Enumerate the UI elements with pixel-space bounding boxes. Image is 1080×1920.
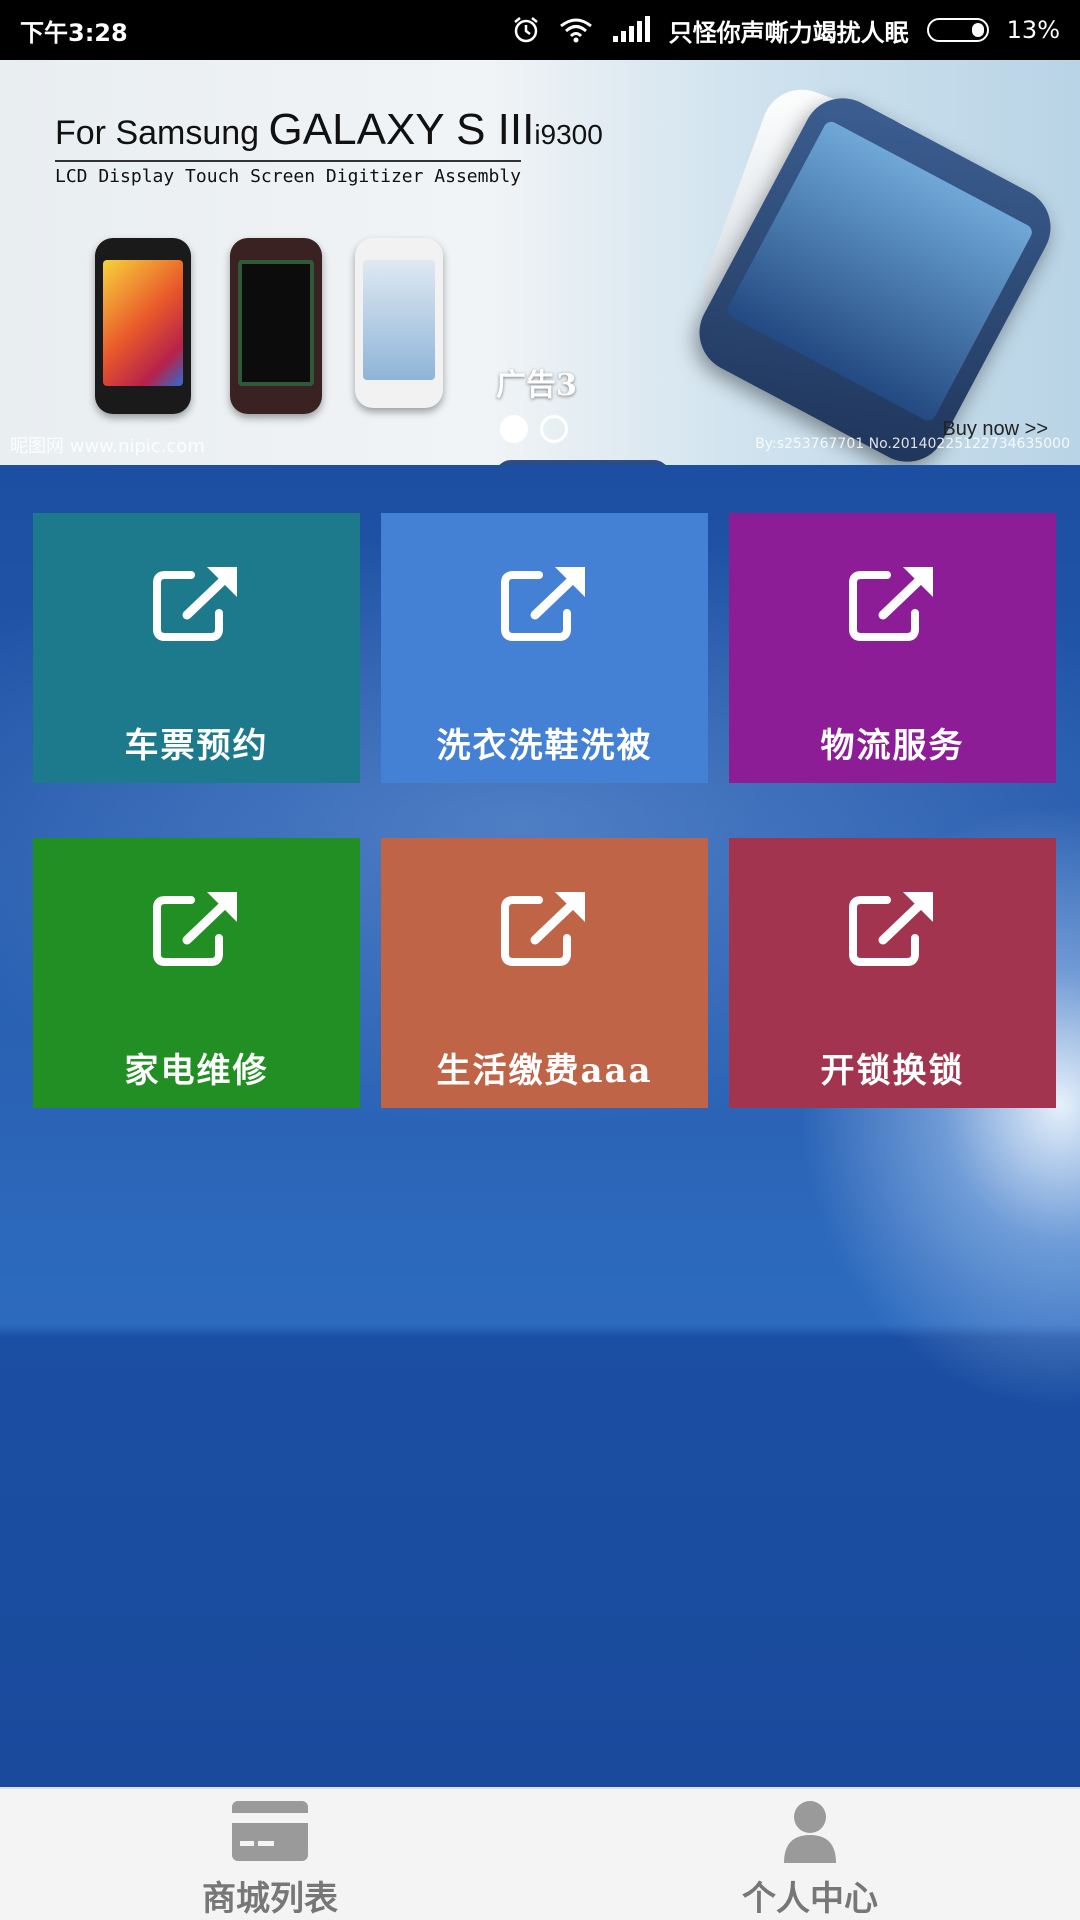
nav-item-profile[interactable]: 个人中心 xyxy=(540,1789,1080,1920)
battery-icon xyxy=(926,18,989,42)
tile-ticket-booking[interactable]: 车票预约 xyxy=(33,513,360,783)
tile-appliance-repair[interactable]: 家电维修 xyxy=(33,838,360,1108)
nav-item-mall-list[interactable]: 商城列表 xyxy=(0,1789,540,1920)
status-time: 下午3:28 xyxy=(20,18,128,47)
tile-locksmith[interactable]: 开锁换锁 xyxy=(729,838,1056,1108)
product-image-1 xyxy=(95,238,191,414)
external-link-icon xyxy=(847,888,939,972)
tile-label: 物流服务 xyxy=(820,726,965,766)
ad-label: 广告3 xyxy=(496,368,577,403)
tile-label: 车票预约 xyxy=(124,726,269,766)
banner-subtitle: LCD Display Touch Screen Digitizer Assem… xyxy=(55,160,521,187)
external-link-icon xyxy=(151,888,243,972)
tile-label: 洗衣洗鞋洗被 xyxy=(436,726,653,766)
external-link-icon xyxy=(499,563,591,647)
tile-label: 生活缴费aaa xyxy=(436,1051,653,1091)
service-grid: 车票预约 洗衣洗鞋洗被 物流服务 家电维修 生活缴费aaa 开锁换锁 xyxy=(33,513,1057,1108)
ad-banner[interactable]: For Samsung GALAXY S IIIi9300 LCD Displa… xyxy=(0,60,1080,465)
bottom-nav: 商城列表 个人中心 xyxy=(0,1787,1080,1920)
status-bar: 下午3:28 只怪你声嘶力竭扰人眠 13% xyxy=(0,0,1080,60)
carousel-dot-2[interactable] xyxy=(540,415,568,443)
carrier-name: 只怪你声嘶力竭扰人眠 xyxy=(668,18,909,47)
app-screen: 下午3:28 只怪你声嘶力竭扰人眠 13% For Samsung GALAXY… xyxy=(0,0,1080,1920)
banner-title: For Samsung GALAXY S IIIi9300 xyxy=(55,105,603,154)
battery-percent: 13% xyxy=(1006,16,1060,44)
product-image-2 xyxy=(230,238,322,414)
main-content: 车票预约 洗衣洗鞋洗被 物流服务 家电维修 生活缴费aaa 开锁换锁 xyxy=(0,465,1080,1787)
tile-label: 家电维修 xyxy=(124,1051,269,1091)
external-link-icon xyxy=(499,888,591,972)
card-icon xyxy=(230,1799,310,1867)
wifi-icon xyxy=(559,16,593,44)
tile-bill-payment[interactable]: 生活缴费aaa xyxy=(381,838,708,1108)
signal-icon xyxy=(611,16,651,44)
product-image-main xyxy=(685,84,1065,465)
tile-laundry[interactable]: 洗衣洗鞋洗被 xyxy=(381,513,708,783)
watermark-left: 昵图网 www.nipic.com xyxy=(10,436,205,457)
person-icon xyxy=(778,1799,842,1867)
external-link-icon xyxy=(847,563,939,647)
tile-label: 开锁换锁 xyxy=(820,1051,965,1091)
watermark-right: By:s253767701 No.20140225122734635000 xyxy=(755,436,1070,452)
nav-label: 个人中心 xyxy=(742,1879,878,1919)
tile-logistics[interactable]: 物流服务 xyxy=(729,513,1056,783)
product-image-3 xyxy=(355,238,443,408)
nav-label: 商城列表 xyxy=(202,1879,338,1919)
alarm-icon xyxy=(511,15,541,45)
status-icons: 只怪你声嘶力竭扰人眠 13% xyxy=(511,13,1060,48)
carousel-dot-1[interactable] xyxy=(500,415,528,443)
carousel-indicator[interactable] xyxy=(500,415,568,443)
external-link-icon xyxy=(151,563,243,647)
